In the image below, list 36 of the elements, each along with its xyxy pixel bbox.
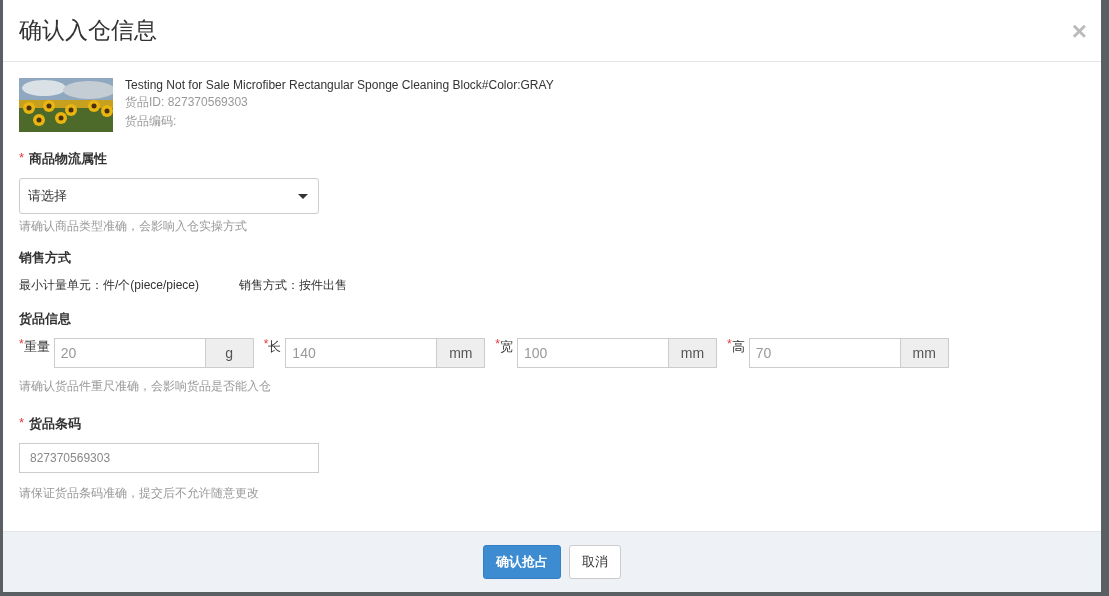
section-label: 货品条码 bbox=[29, 415, 82, 433]
required-mark: * bbox=[19, 338, 24, 350]
section-label: 商品物流属性 bbox=[29, 150, 108, 168]
dimension-field[interactable]: 140 bbox=[285, 338, 438, 368]
field-label: 长 bbox=[268, 338, 282, 356]
unit-label: mm bbox=[437, 338, 486, 368]
hint-text: 请确认货品件重尺准确，会影响货品是否能入仓 bbox=[19, 378, 272, 395]
required-mark: * bbox=[19, 150, 25, 167]
sales-info: 最小计量单元：件/个(piece/piece) bbox=[19, 277, 200, 294]
hint-text: 请保证货品条码准确，提交后不允许随意更改 bbox=[19, 485, 260, 502]
hint-text: 请确认商品类型准确，会影响入仓实操方式 bbox=[19, 218, 248, 235]
section-label: 销售方式 bbox=[19, 249, 71, 267]
required-mark: * bbox=[495, 338, 500, 350]
product-code: 货品编码: bbox=[125, 113, 178, 130]
confirm-button[interactable]: 确认抢占 bbox=[483, 545, 561, 579]
barcode-field[interactable]: 827370569303 bbox=[19, 443, 319, 473]
section-label: 货品信息 bbox=[19, 310, 71, 328]
required-mark: * bbox=[727, 338, 732, 350]
field-label: 重量 bbox=[23, 338, 50, 356]
logistics-select[interactable]: 请选择 bbox=[19, 178, 319, 214]
unit-label: mm bbox=[900, 338, 949, 368]
unit-label: g bbox=[205, 338, 254, 368]
cancel-button[interactable]: 取消 bbox=[569, 545, 621, 579]
unit-label: mm bbox=[669, 338, 717, 368]
field-label: 高 bbox=[731, 338, 745, 356]
dimension-field[interactable]: 70 bbox=[748, 338, 901, 368]
required-mark: * bbox=[19, 415, 25, 432]
product-id: 货品ID: 827370569303 bbox=[125, 94, 249, 111]
dimension-field[interactable]: 20 bbox=[53, 338, 206, 368]
product-name: Testing Not for Sale Microfiber Rectangular Sponge Cleaning Block#Color:GRAY bbox=[125, 78, 554, 92]
dialog-title: 确认入仓信息 bbox=[19, 16, 157, 45]
required-mark: * bbox=[263, 338, 269, 350]
caret-icon bbox=[298, 193, 308, 199]
sales-info: 销售方式：按件出售 bbox=[239, 277, 348, 294]
field-label: 宽 bbox=[500, 338, 513, 356]
dimension-field[interactable]: 100 bbox=[517, 338, 669, 368]
